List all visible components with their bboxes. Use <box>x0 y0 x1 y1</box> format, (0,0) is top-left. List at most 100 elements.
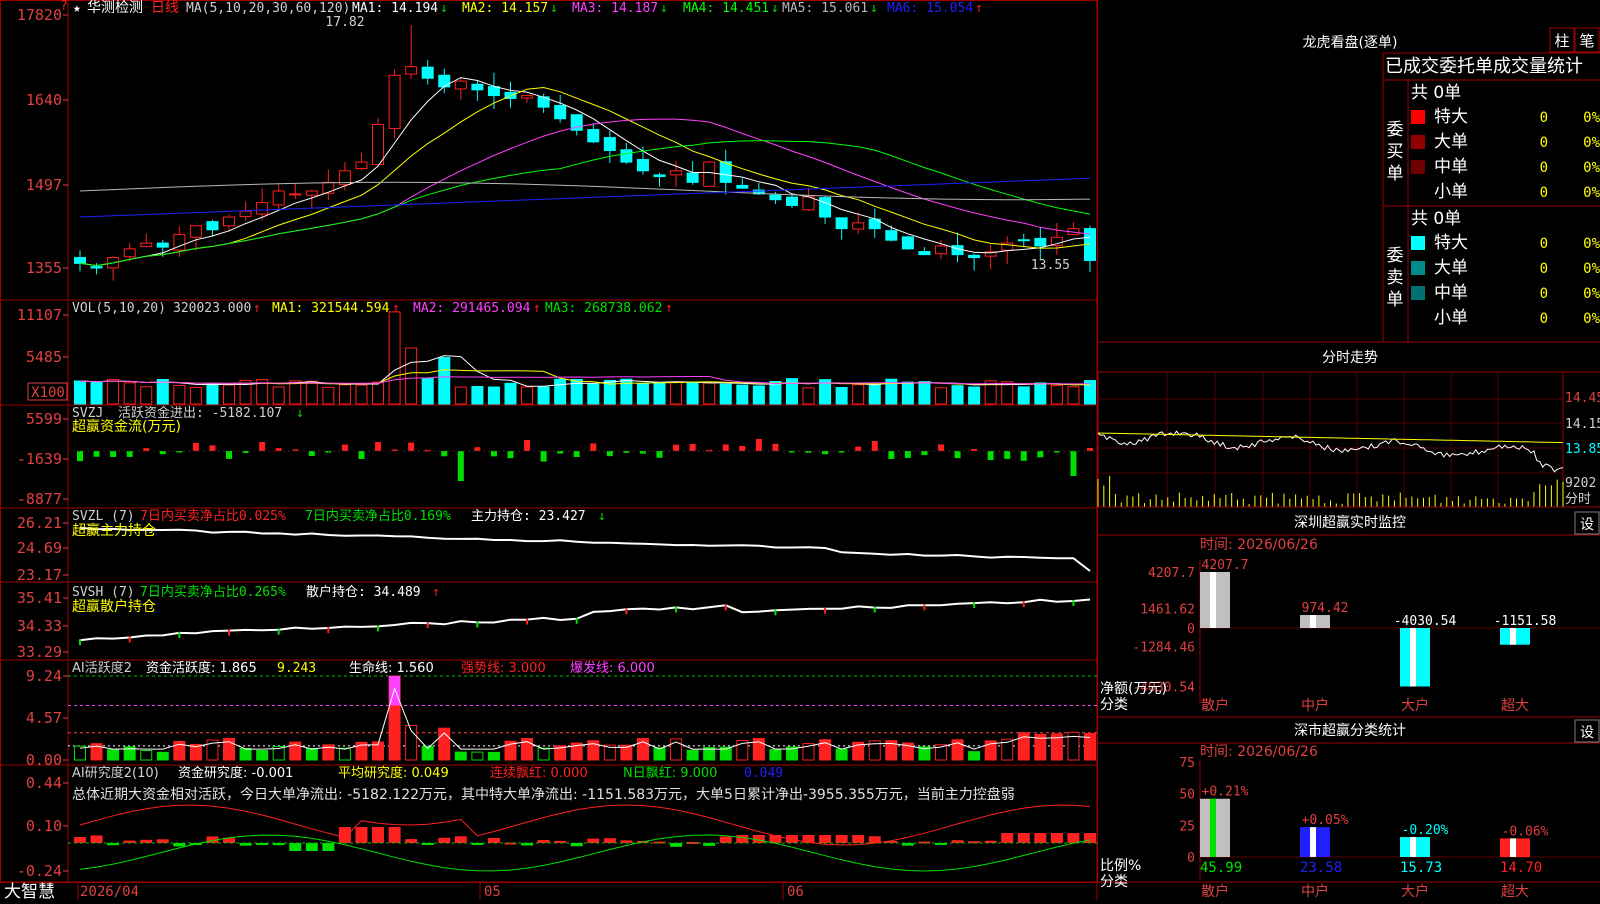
research-bar <box>90 835 103 843</box>
candle-body <box>819 197 832 218</box>
ma1-arrow: ↓ <box>440 1 448 16</box>
candle-body <box>189 225 202 238</box>
svsh-tick <box>377 625 380 632</box>
ai1-burst: 爆发线: 6.000 <box>570 660 655 676</box>
svzl-holding: 主力持仓: 23.427 <box>471 509 586 524</box>
svzj-bar <box>739 445 746 451</box>
research-bar <box>736 835 749 843</box>
candle-body <box>206 221 219 231</box>
svzj-bar <box>987 451 994 461</box>
vol-item-0: 320023.000 <box>173 301 251 316</box>
svsh-tick <box>873 606 876 613</box>
svzj-bar <box>474 447 481 451</box>
svzj-bar <box>540 451 547 462</box>
candle-body <box>256 202 269 215</box>
stats-tabs[interactable]: 已成交委托单成交量统计 <box>1385 56 1583 77</box>
svsh-tick <box>625 608 628 615</box>
research-bar <box>289 843 302 851</box>
classify-settings-label: 设 <box>1580 725 1594 741</box>
research-bar <box>388 827 401 843</box>
svzj-bar <box>590 443 597 451</box>
research-bar <box>1067 833 1080 843</box>
ma3-line <box>79 118 1091 267</box>
sell-color-swatch <box>1411 286 1425 300</box>
candle-body <box>272 190 285 206</box>
svzj-bar <box>755 439 762 451</box>
svzj-bar <box>673 444 680 451</box>
volume-bar <box>322 386 335 405</box>
kline-chart-area[interactable]: 17820 1640 1497 1355? 17.82 13.55 ★ 华测检测 日线 MA(5,… <box>0 0 1600 902</box>
volume-bar <box>636 383 649 405</box>
research-bar <box>603 838 616 843</box>
volume-bar <box>504 382 517 405</box>
buy-color-swatch <box>1411 110 1425 124</box>
high-price-label: 17.82 <box>325 15 364 30</box>
svzj-bar <box>1004 451 1011 459</box>
volume-bar <box>554 378 567 405</box>
y-tick-label: 0.00 <box>26 751 62 769</box>
ma5-value: MA5: 15.061 <box>782 1 868 16</box>
monitor-value-label: -4030.54 <box>1394 614 1457 629</box>
svzj-bar <box>689 443 696 451</box>
research-bar <box>670 843 683 847</box>
classify-bar-highlight <box>1210 798 1216 857</box>
brand-logo: 大智慧 <box>4 882 55 900</box>
sell-row-name: 特大 <box>1434 233 1468 253</box>
volume-bar <box>388 311 401 405</box>
fenshi-y-tick: 14.45 <box>1565 391 1600 406</box>
ma4-arrow: ↓ <box>771 1 779 16</box>
classify-title: 深市超赢分类统计 <box>1294 722 1406 739</box>
svzj-bar <box>126 451 133 457</box>
classify-bar-highlight <box>1410 837 1416 857</box>
monitor-category: 大户 <box>1401 697 1429 714</box>
ma2-value: MA2: 14.157 <box>462 1 548 16</box>
volume-bar <box>471 386 484 405</box>
monitor-bar-highlight <box>1510 628 1516 645</box>
svzj-bar <box>921 451 928 456</box>
svsh-holding: 散户持仓: 34.489 <box>306 584 421 600</box>
ai2-research: 资金研究度: -0.001 <box>178 765 293 781</box>
ma2-arrow: ↓ <box>550 1 558 16</box>
svsh-arrow: ↑ <box>432 585 440 600</box>
classify-cat-label: 分类 <box>1100 874 1128 890</box>
svzj-bar <box>408 442 415 451</box>
candles <box>74 25 1096 281</box>
svsh-tick <box>79 639 81 646</box>
ma-params: MA(5,10,20,30,60,120) <box>186 1 350 16</box>
date-label: 06 <box>787 884 804 900</box>
svzl-line <box>79 526 1091 572</box>
ai1-activity: 资金活跃度: 1.865 <box>146 660 257 676</box>
buy-row-count: 0 <box>1540 135 1548 151</box>
research-bar <box>719 836 732 843</box>
candle-body <box>852 222 865 230</box>
svsh-ratio: 7日内买卖净占比0.265% <box>140 584 286 600</box>
fenshi-y-tick: 14.15 <box>1565 417 1600 432</box>
classify-category: 大户 <box>1401 883 1429 900</box>
y-tick-label: 1497 <box>26 176 62 194</box>
period-label[interactable]: 日线 <box>151 0 179 16</box>
ma6-value: MA6: 15.054 <box>887 1 973 16</box>
candle-body <box>785 196 798 206</box>
research-bar <box>852 835 865 843</box>
candle-body <box>289 193 302 196</box>
volume-bar <box>1001 381 1014 405</box>
ai1-label: AI活跃度2 <box>72 660 132 676</box>
y-tick-label: -0.24 <box>17 862 62 880</box>
buy-total: 共 0单 <box>1411 83 1461 103</box>
svzj-bar <box>855 446 862 451</box>
svsh-tick <box>426 622 429 629</box>
candle-body <box>835 217 848 230</box>
stock-name[interactable]: 华测检测 <box>87 0 143 16</box>
buy-row-percent: 0% <box>1583 185 1600 201</box>
volume-bar <box>189 386 202 405</box>
volume-bar <box>305 380 318 405</box>
svzj-bar <box>954 451 961 459</box>
research-bar <box>305 843 318 851</box>
volume-bar <box>719 383 732 405</box>
volume-bar <box>670 381 683 405</box>
svsh-sub: 超赢散户持仓 <box>72 598 156 615</box>
volume-bar <box>74 380 86 405</box>
volume-bar <box>852 384 865 405</box>
svsh-tick <box>277 628 280 635</box>
ma4-value: MA4: 14.451 <box>683 1 769 16</box>
